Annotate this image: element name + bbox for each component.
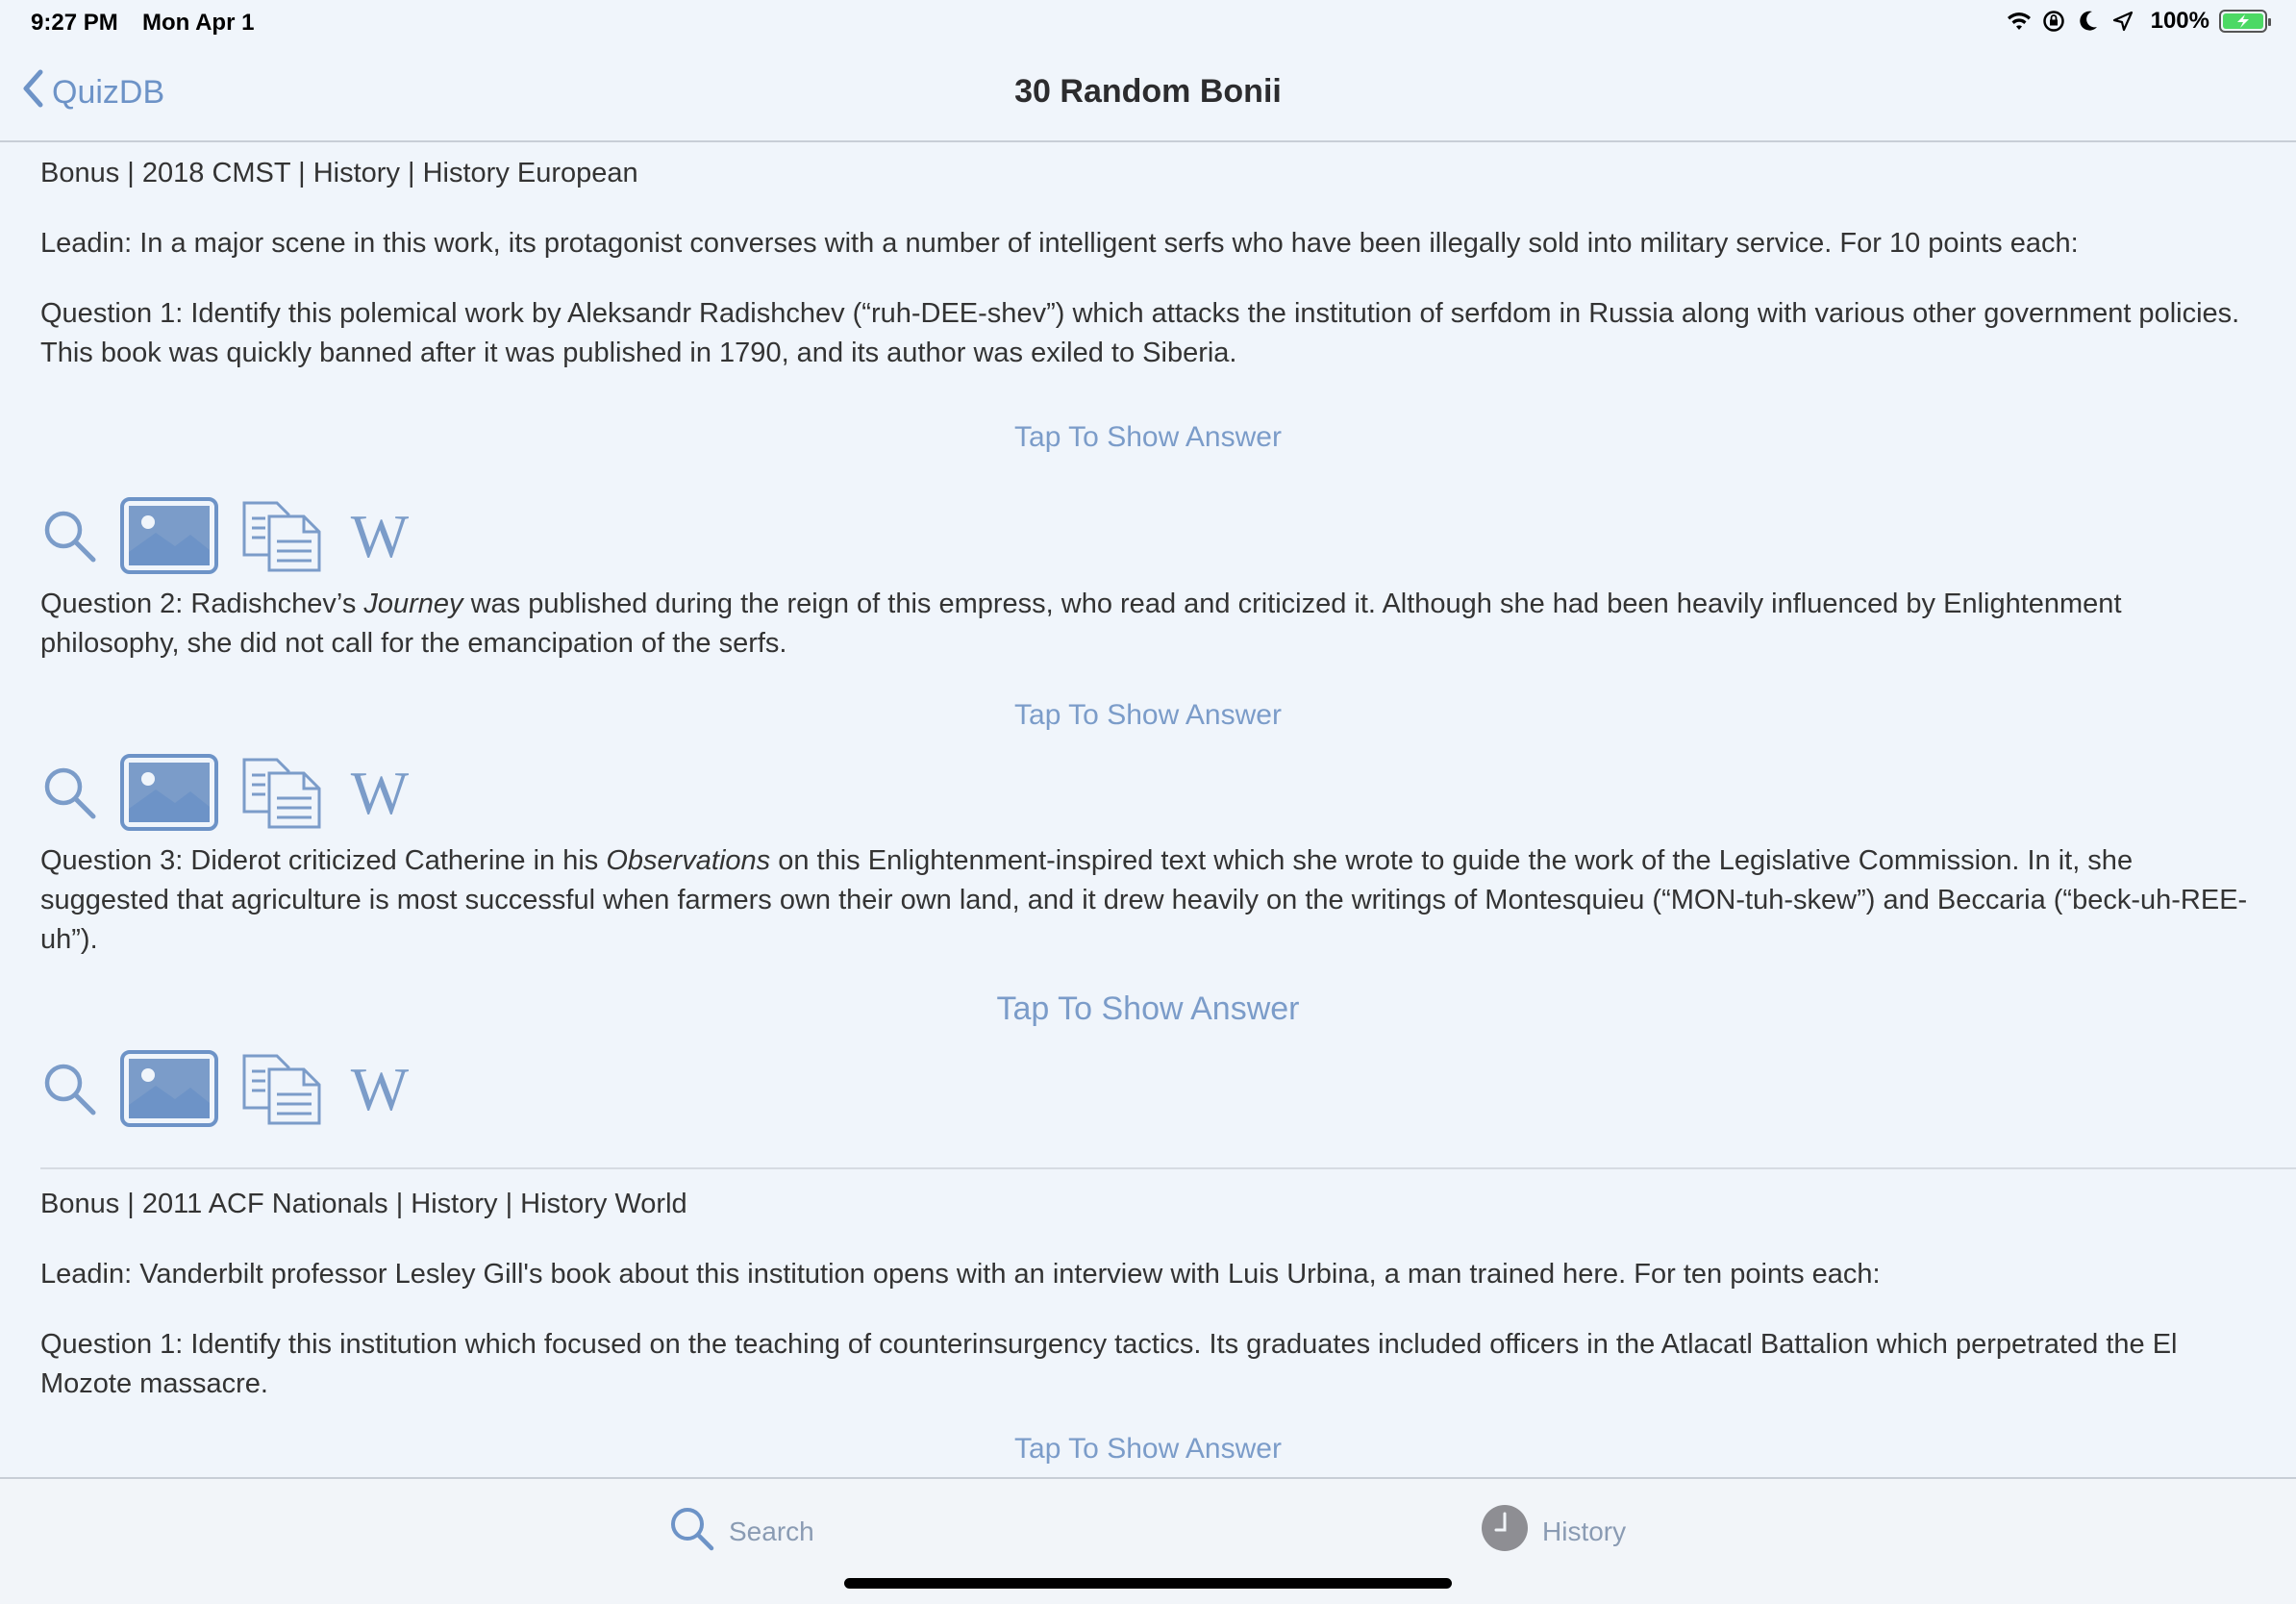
show-answer-button[interactable]: Tap To Show Answer (0, 990, 2296, 1028)
image-search-icon[interactable] (119, 496, 219, 575)
bonus-leadin: Leadin: In a major scene in this work, i… (40, 228, 2079, 259)
show-answer-button[interactable]: Tap To Show Answer (0, 1433, 2296, 1466)
svg-text:W: W (351, 507, 410, 564)
wifi-icon (2007, 9, 2032, 34)
question-text: Question 1: Identify this polemical work… (40, 294, 2261, 373)
show-answer-button[interactable]: Tap To Show Answer (0, 421, 2296, 454)
search-icon[interactable] (40, 764, 98, 821)
question-text-italic: Journey (363, 589, 463, 619)
question-text: Question 1: Identify this institution wh… (40, 1325, 2261, 1404)
search-icon[interactable] (40, 507, 98, 564)
documents-icon[interactable] (240, 1052, 323, 1125)
question-text: Question 3: Diderot criticized Catherine… (40, 841, 2261, 960)
status-time: 9:27 PM (31, 10, 118, 36)
page-title: 30 Random Bonii (1014, 73, 1282, 110)
status-icons: 100% (2007, 8, 2271, 35)
orientation-lock-icon (2041, 9, 2066, 34)
wikipedia-icon[interactable]: W (344, 764, 415, 821)
image-search-icon[interactable] (119, 753, 219, 832)
question-text-pre: Question 3: Diderot criticized Catherine… (40, 845, 607, 876)
image-search-icon[interactable] (119, 1049, 219, 1128)
tab-label: Search (729, 1516, 814, 1546)
svg-text:W: W (351, 764, 410, 821)
tab-search[interactable]: Search (667, 1504, 814, 1559)
location-icon (2110, 9, 2135, 34)
question-text-italic: Observations (606, 845, 771, 876)
search-icon (667, 1504, 715, 1559)
question-text-pre: Question 2: Radishchev’s (40, 589, 364, 619)
battery-charging-icon (2219, 10, 2271, 33)
bonus-list[interactable]: Bonus | 2018 CMST | History | History Eu… (0, 144, 2296, 1476)
action-icons: W (40, 1049, 415, 1128)
app-window: 9:27 PM Mon Apr 1 100% QuizDB 30 Random … (0, 0, 2296, 1604)
documents-icon[interactable] (240, 756, 323, 829)
search-icon[interactable] (40, 1060, 98, 1117)
bonus-meta: Bonus | 2018 CMST | History | History Eu… (40, 158, 638, 188)
wikipedia-icon[interactable]: W (344, 507, 415, 564)
svg-text:W: W (351, 1060, 410, 1117)
documents-icon[interactable] (240, 499, 323, 572)
question-text: Question 2: Radishchev’s Journey was pub… (40, 585, 2261, 664)
question-text-pre: Question 1: Identify this institution wh… (40, 1329, 2178, 1399)
bonus-meta: Bonus | 2011 ACF Nationals | History | H… (40, 1189, 687, 1219)
moon-icon (2076, 9, 2101, 34)
bonus-leadin: Leadin: Vanderbilt professor Lesley Gill… (40, 1259, 1881, 1290)
battery-percent: 100% (2150, 8, 2209, 34)
bonus-divider (40, 1167, 2296, 1169)
action-icons: W (40, 753, 415, 832)
tab-label: History (1542, 1516, 1627, 1546)
navigation-bar: QuizDB 30 Random Bonii (0, 46, 2296, 142)
status-bar: 9:27 PM Mon Apr 1 100% (0, 0, 2296, 46)
action-icons: W (40, 496, 415, 575)
question-text-pre: Question 1: Identify this polemical work… (40, 298, 2240, 368)
tab-history[interactable]: History (1481, 1504, 1626, 1559)
wikipedia-icon[interactable]: W (344, 1060, 415, 1117)
clock-icon (1481, 1504, 1529, 1559)
status-date: Mon Apr 1 (142, 10, 255, 36)
show-answer-button[interactable]: Tap To Show Answer (0, 699, 2296, 732)
home-indicator (844, 1578, 1452, 1589)
